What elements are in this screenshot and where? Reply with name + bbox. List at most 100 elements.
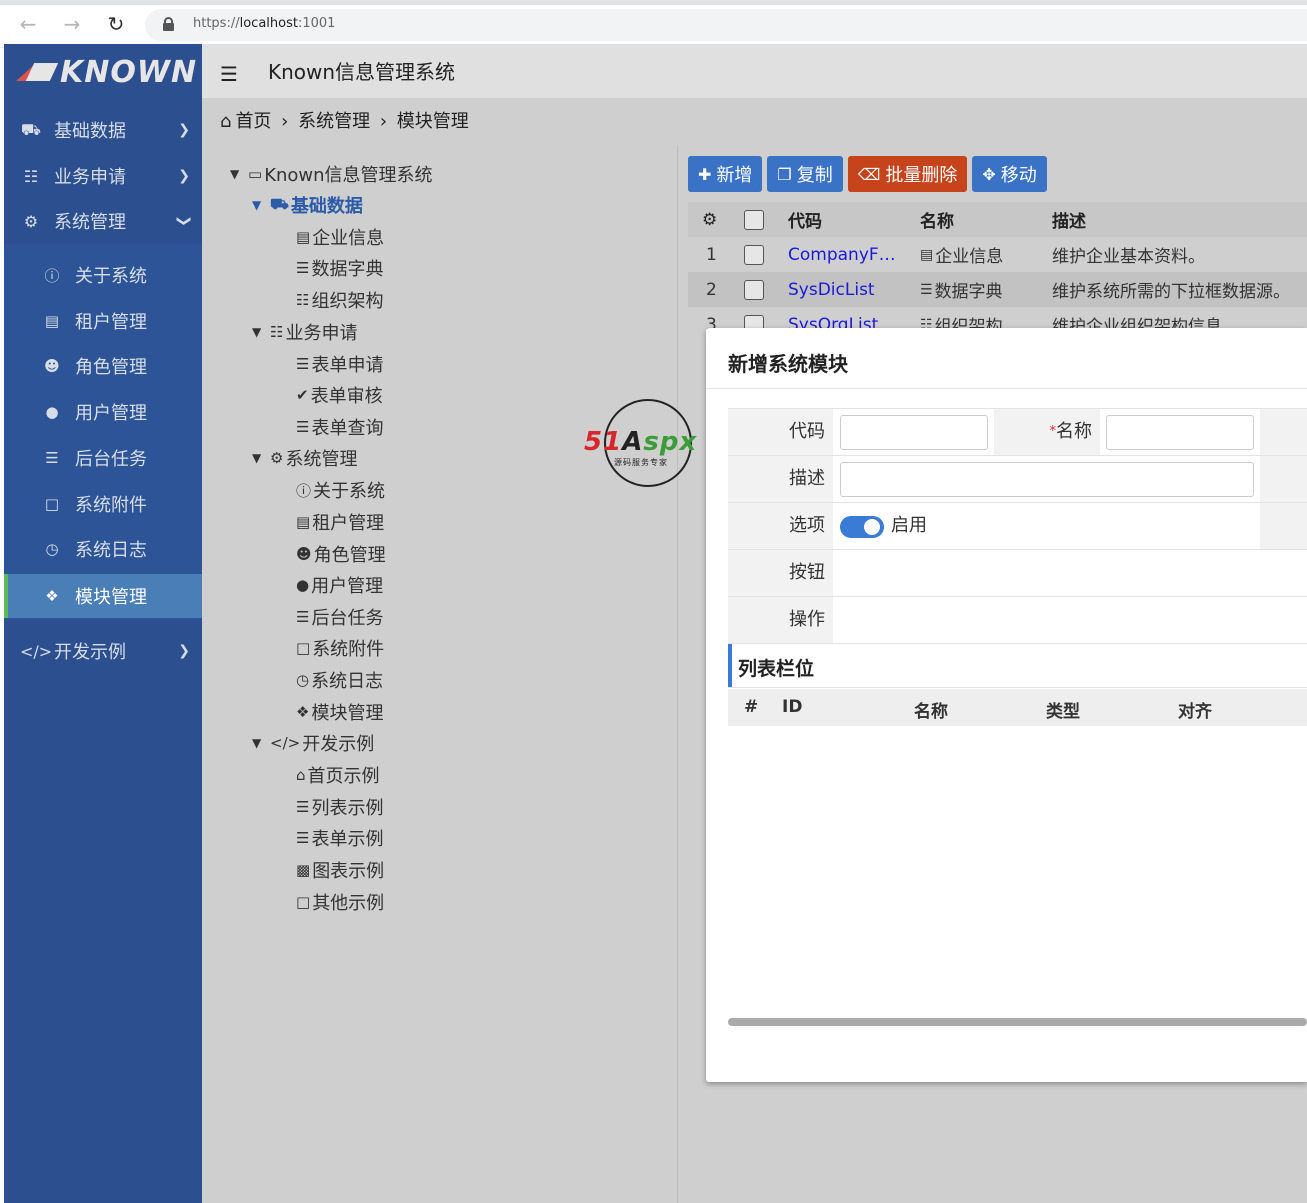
- tree-node-user[interactable]: ● 用户管理: [296, 572, 383, 598]
- row-desc: 维护企业基本资料。: [1052, 247, 1205, 267]
- top-header: ☰ Known信息管理系统: [202, 44, 1307, 98]
- home-icon[interactable]: ⌂: [220, 111, 231, 132]
- system-submenu: ⓘ 关于系统 ▤ 租户管理 ☻ 角色管理 ● 用户管理 ☰ 后台任务 □ 系统附件 ◷ 系统日…: [4, 244, 202, 620]
- tree-node-form-sample[interactable]: ☰ 表单示例: [296, 825, 383, 851]
- tree-node-about[interactable]: ⓘ 关于系统: [296, 477, 385, 503]
- tree-node-label: 开发示例: [302, 734, 375, 755]
- sidebar-item-about[interactable]: ⓘ 关于系统: [4, 253, 202, 297]
- sidebar-item-role[interactable]: ☻ 角色管理: [4, 344, 202, 388]
- tree-node-dev-sample[interactable]: ▼ </> 开发示例: [252, 730, 374, 756]
- caret-down-icon[interactable]: ▼: [252, 736, 270, 750]
- name-input[interactable]: [1106, 415, 1254, 450]
- table-row[interactable]: 2 SysDicList ☰ 数据字典 维护系统所需的下拉框数据源。: [688, 272, 1307, 307]
- enable-toggle[interactable]: [840, 516, 884, 538]
- options-label: 选项: [728, 503, 833, 549]
- tree-node-log[interactable]: ◷ 系统日志: [296, 667, 383, 693]
- database-icon: ⛟: [270, 195, 289, 213]
- back-icon[interactable]: ←: [16, 12, 40, 36]
- dialog-title: 新增系统模块: [728, 352, 848, 376]
- forward-icon[interactable]: →: [60, 12, 84, 36]
- tree-node-label: 角色管理: [313, 545, 386, 566]
- sidebar-item-business[interactable]: ☷ 业务申请 ❯: [4, 154, 202, 198]
- tree-node-form-query[interactable]: ☰ 表单查询: [296, 414, 383, 440]
- row-code-link[interactable]: CompanyF…: [788, 237, 896, 272]
- sidebar-item-tenant[interactable]: ▤ 租户管理: [4, 299, 202, 343]
- table-row[interactable]: 1 CompanyF… ▤ 企业信息 维护企业基本资料。: [688, 237, 1307, 272]
- chevron-down-icon: ❯: [176, 215, 193, 227]
- watermark-subtitle: 源码服务专家: [614, 458, 668, 467]
- tree-node-other-sample[interactable]: □ 其他示例: [296, 889, 384, 915]
- browser-toolbar: ← → ↻ https://localhost:1001: [0, 0, 1307, 48]
- cogs-icon: ⚙: [23, 211, 39, 231]
- menu-toggle-icon[interactable]: ☰: [220, 62, 238, 86]
- breadcrumb-home[interactable]: 首页: [235, 111, 271, 132]
- move-button[interactable]: ✥ 移动: [972, 156, 1047, 192]
- tree-node-org[interactable]: ☷ 组织架构: [296, 287, 383, 313]
- sidebar-item-user[interactable]: ● 用户管理: [4, 390, 202, 434]
- batch-delete-button[interactable]: ⌫ 批量删除: [847, 156, 968, 192]
- tree-node-label: 系统附件: [312, 639, 385, 660]
- tree-node-dictionary[interactable]: ☰ 数据字典: [296, 255, 383, 281]
- desc-input[interactable]: [840, 462, 1254, 497]
- sidebar-item-system[interactable]: ⚙ 系统管理 ❯: [4, 199, 202, 243]
- tree-node-company[interactable]: ▤ 企业信息: [296, 224, 384, 250]
- sidebar-item-label: 关于系统: [75, 266, 147, 287]
- sidebar-item-basic-data[interactable]: ⛟ 基础数据 ❯: [4, 108, 202, 152]
- watermark-text: 51Aspx: [584, 427, 698, 457]
- section-divider: [728, 687, 1307, 688]
- tree-node-label: 表单示例: [311, 829, 384, 850]
- tree-node-tenant[interactable]: ▤ 租户管理: [296, 509, 384, 535]
- tree-node-module[interactable]: ❖ 模块管理: [296, 699, 383, 725]
- tree-node-attachment[interactable]: □ 系统附件: [296, 635, 384, 661]
- users-icon: ☻: [44, 357, 60, 375]
- copy-button[interactable]: ❐ 复制: [767, 156, 843, 192]
- chevron-right-icon: ❯: [178, 168, 190, 184]
- tree-node-home-sample[interactable]: ⌂ 首页示例: [296, 762, 380, 788]
- tree-node-label: 系统管理: [285, 449, 358, 470]
- user-icon: ●: [296, 576, 310, 594]
- tree-node-label: 表单申请: [311, 355, 384, 376]
- tree-node-business[interactable]: ▼ ☷ 业务申请: [252, 319, 357, 345]
- caret-down-icon[interactable]: ▼: [252, 451, 270, 465]
- sidebar-item-attachment[interactable]: □ 系统附件: [4, 482, 202, 526]
- row-checkbox[interactable]: [744, 279, 764, 300]
- breadcrumb-system[interactable]: 系统管理: [298, 111, 370, 132]
- address-bar[interactable]: https://localhost:1001: [145, 9, 1307, 41]
- tasks-icon: ☰: [45, 449, 59, 467]
- tree-node-root[interactable]: ▼ ▭ Known信息管理系统: [230, 161, 433, 187]
- horizontal-scrollbar[interactable]: [728, 1018, 1307, 1026]
- row-checkbox[interactable]: [744, 244, 764, 265]
- tree-node-chart-sample[interactable]: ▩ 图表示例: [296, 857, 384, 883]
- column-header-no: #: [744, 697, 759, 717]
- column-header-code[interactable]: 代码: [788, 202, 822, 237]
- tree-node-basic-data[interactable]: ▼ ⛟ 基础数据: [252, 192, 363, 218]
- toggle-knob: [864, 519, 880, 535]
- caret-down-icon[interactable]: ▼: [252, 198, 270, 212]
- lock-icon: [163, 17, 174, 31]
- column-header-name[interactable]: 名称: [920, 202, 954, 237]
- column-header-desc[interactable]: 描述: [1052, 202, 1086, 237]
- chevron-right-icon: ❯: [178, 643, 190, 659]
- sidebar-item-log[interactable]: ◷ 系统日志: [4, 527, 202, 571]
- reload-icon[interactable]: ↻: [104, 12, 128, 36]
- check-icon: ✔: [296, 386, 309, 404]
- tree-node-label: 首页示例: [307, 766, 380, 787]
- caret-down-icon[interactable]: ▼: [252, 325, 270, 339]
- add-button[interactable]: ✚ 新增: [688, 156, 763, 192]
- tree-node-form-apply[interactable]: ☰ 表单申请: [296, 351, 383, 377]
- tree-node-list-sample[interactable]: ☰ 列表示例: [296, 794, 383, 820]
- sidebar-item-dev-sample[interactable]: </> 开发示例 ❯: [4, 629, 202, 673]
- sidebar-item-module[interactable]: ❖ 模块管理: [4, 574, 202, 618]
- caret-down-icon[interactable]: ▼: [230, 167, 248, 181]
- tree-node-form-verify[interactable]: ✔ 表单审核: [296, 382, 383, 408]
- sidebar-item-task[interactable]: ☰ 后台任务: [4, 436, 202, 480]
- gear-icon[interactable]: ⚙: [702, 202, 717, 237]
- row-code-link[interactable]: SysDicList: [788, 272, 875, 307]
- code-input[interactable]: [840, 415, 988, 450]
- tree-node-task[interactable]: ☰ 后台任务: [296, 604, 383, 630]
- tree-node-system[interactable]: ▼ ⚙ 系统管理: [252, 445, 357, 471]
- list-icon: ☰: [296, 259, 310, 277]
- select-all-checkbox[interactable]: [744, 209, 764, 230]
- info-icon: ⓘ: [296, 481, 312, 500]
- tree-node-role[interactable]: ☻ 角色管理: [296, 541, 386, 567]
